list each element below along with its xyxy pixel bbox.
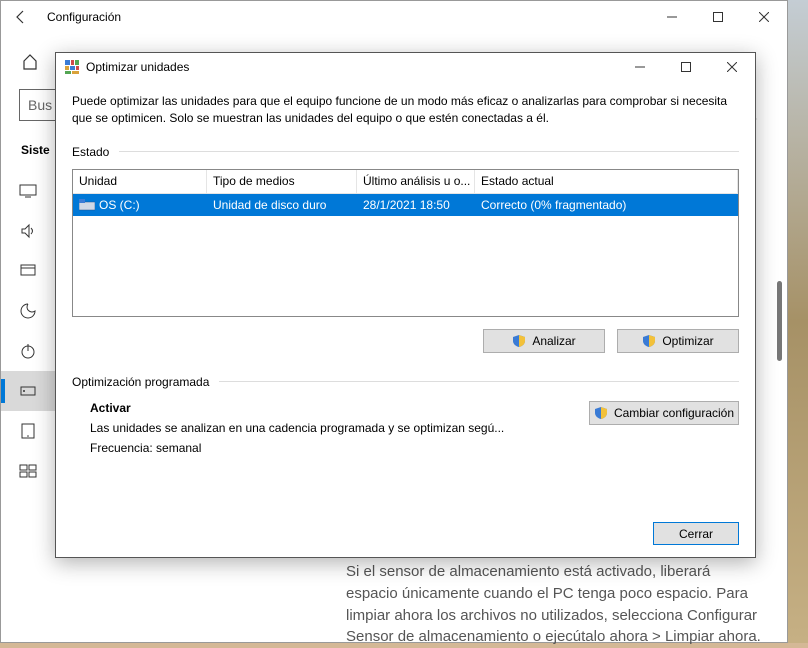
drive-icon [79, 199, 95, 211]
close-button[interactable]: Cerrar [653, 522, 739, 545]
settings-window-title: Configuración [47, 10, 121, 24]
desktop-background [788, 0, 808, 643]
row-last-run: 28/1/2021 18:50 [357, 198, 475, 212]
close-label: Cerrar [679, 527, 713, 541]
opt-window-title: Optimizar unidades [86, 60, 189, 74]
optimize-drives-window: Optimizar unidades Puede optimizar las u… [55, 52, 756, 558]
focus-icon [19, 302, 37, 320]
defrag-icon [64, 59, 80, 75]
schedule-state-title: Activar [90, 401, 569, 415]
settings-titlebar: Configuración [1, 1, 787, 33]
settings-maximize-button[interactable] [695, 1, 741, 33]
back-button[interactable] [11, 7, 31, 27]
sound-icon [19, 222, 37, 240]
storage-sense-paragraph: Si el sensor de almacenamiento está acti… [346, 561, 766, 648]
change-settings-label: Cambiar configuración [614, 406, 734, 420]
schedule-section-label: Optimización programada [72, 375, 209, 389]
divider [219, 381, 739, 382]
schedule-frequency: Frecuencia: semanal [90, 441, 569, 455]
divider [119, 151, 739, 152]
display-icon [19, 182, 37, 200]
row-current-state: Correcto (0% fragmentado) [475, 198, 738, 212]
change-settings-button[interactable]: Cambiar configuración [589, 401, 739, 425]
col-header-state[interactable]: Estado actual [475, 170, 738, 193]
multitask-icon [19, 462, 37, 480]
state-section-label: Estado [72, 145, 109, 159]
col-header-last[interactable]: Último análisis u o... [357, 170, 475, 193]
opt-titlebar: Optimizar unidades [56, 53, 755, 81]
col-header-drive[interactable]: Unidad [73, 170, 207, 193]
storage-icon [19, 382, 37, 400]
opt-intro-text: Puede optimizar las unidades para que el… [72, 93, 739, 127]
notifications-icon [19, 262, 37, 280]
tablet-icon [19, 422, 37, 440]
power-icon [19, 342, 37, 360]
table-header: Unidad Tipo de medios Último análisis u … [73, 170, 738, 194]
analyze-button[interactable]: Analizar [483, 329, 605, 353]
opt-close-button[interactable] [709, 51, 755, 83]
settings-minimize-button[interactable] [649, 1, 695, 33]
schedule-description: Las unidades se analizan en una cadencia… [90, 421, 569, 435]
home-icon[interactable] [21, 53, 39, 71]
optimize-label: Optimizar [662, 334, 713, 348]
col-header-type[interactable]: Tipo de medios [207, 170, 357, 193]
optimize-button[interactable]: Optimizar [617, 329, 739, 353]
opt-maximize-button[interactable] [663, 51, 709, 83]
scrollbar-thumb[interactable] [777, 281, 782, 361]
search-placeholder-text: Bus [28, 97, 52, 113]
shield-icon [512, 334, 526, 348]
shield-icon [594, 406, 608, 420]
shield-icon [642, 334, 656, 348]
opt-minimize-button[interactable] [617, 51, 663, 83]
table-row[interactable]: OS (C:) Unidad de disco duro 28/1/2021 1… [73, 194, 738, 216]
row-drive-name: OS (C:) [99, 198, 140, 212]
drives-table: Unidad Tipo de medios Último análisis u … [72, 169, 739, 317]
analyze-label: Analizar [532, 334, 575, 348]
row-media-type: Unidad de disco duro [207, 198, 357, 212]
settings-close-button[interactable] [741, 1, 787, 33]
